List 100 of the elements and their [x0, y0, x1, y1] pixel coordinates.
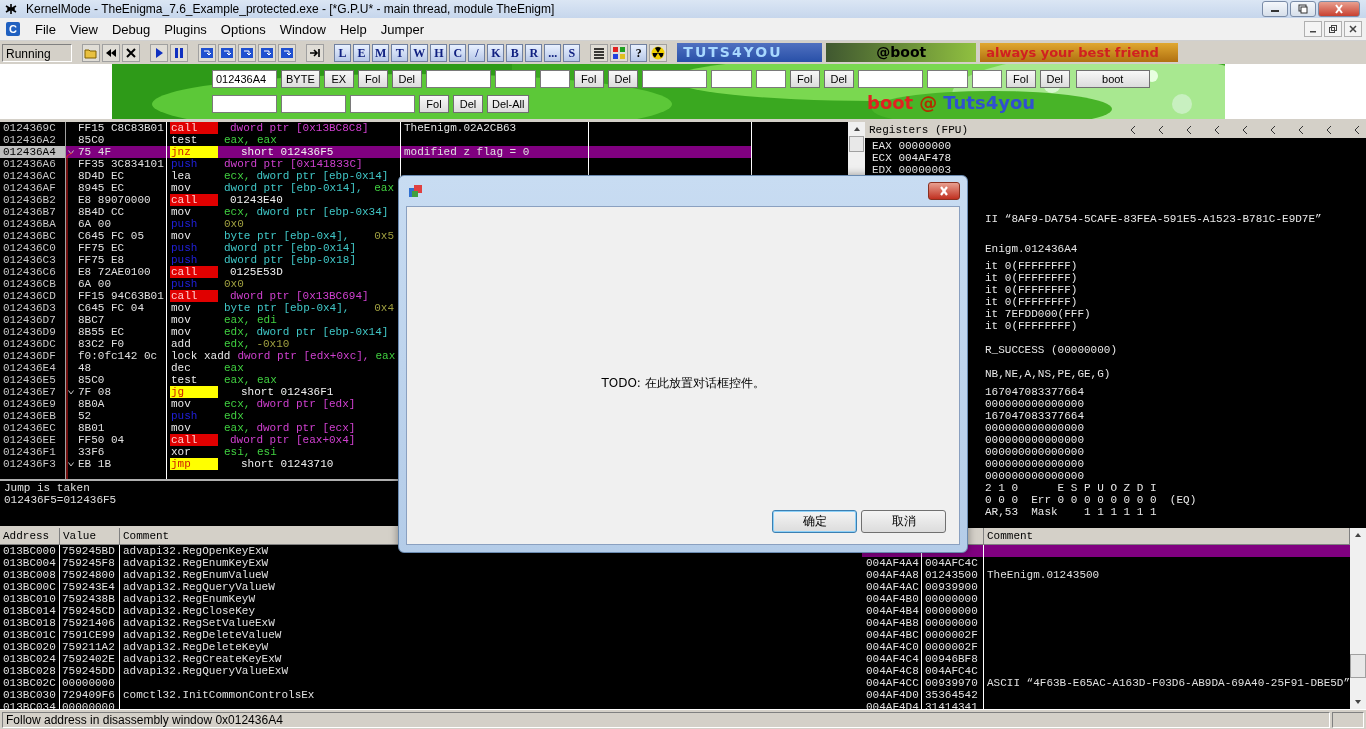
input-field[interactable]	[212, 95, 277, 113]
stack-row[interactable]: 004AF4AC 00939900	[862, 581, 1351, 593]
step-icon[interactable]	[278, 43, 296, 62]
stack-row[interactable]: 004AF4C8 004AFC4C	[862, 665, 1351, 677]
banner-link[interactable]: @boot	[826, 43, 977, 62]
menu-item[interactable]: Options	[213, 21, 273, 37]
scroll-thumb[interactable]	[1350, 654, 1366, 678]
toolbar-button[interactable]: H	[430, 43, 448, 62]
step-icon[interactable]	[218, 43, 236, 62]
chevron-left-icon[interactable]	[1270, 125, 1276, 135]
list-icon[interactable]	[590, 43, 609, 62]
input-field[interactable]	[350, 95, 415, 113]
pause-icon[interactable]	[170, 43, 188, 62]
command-button[interactable]: Del	[391, 70, 422, 88]
chevron-left-icon[interactable]	[1242, 125, 1248, 135]
toolbar-button[interactable]: W	[410, 43, 429, 62]
input-field[interactable]	[971, 70, 1002, 88]
stack-row[interactable]: 004AF4BC 0000002F	[862, 629, 1351, 641]
stack-row[interactable]: 004AF4C0 0000002F	[862, 641, 1351, 653]
stack-row[interactable]: 004AF4C4 00946BF8	[862, 653, 1351, 665]
scroll-down-icon[interactable]	[1354, 699, 1363, 705]
dialog-button[interactable]: 确定	[772, 510, 857, 533]
menu-item[interactable]: Debug	[104, 21, 158, 37]
toolbar-button[interactable]: K	[487, 43, 505, 62]
step-icon[interactable]	[198, 43, 216, 62]
toolbar-button[interactable]: L	[334, 43, 351, 62]
rewind-icon[interactable]	[102, 43, 120, 62]
banner-link[interactable]: TUTS4YOU	[677, 43, 823, 62]
chevron-left-icon[interactable]	[1298, 125, 1304, 135]
minimize-button[interactable]	[1262, 1, 1288, 17]
help-button[interactable]: ?	[630, 43, 648, 62]
radiation-icon[interactable]	[649, 43, 668, 62]
input-field[interactable]	[425, 70, 491, 88]
toolbar-button[interactable]: B	[506, 43, 524, 62]
command-button[interactable]: Del	[453, 95, 483, 113]
toolbar-button[interactable]: M	[372, 43, 390, 62]
toolbar-button[interactable]: C	[449, 43, 467, 62]
dialog-button[interactable]: 取消	[861, 510, 946, 533]
play-icon[interactable]	[150, 43, 168, 62]
stack-row[interactable]: 004AF4D0 35364542	[862, 689, 1351, 701]
input-field[interactable]	[281, 95, 346, 113]
menu-item[interactable]: Jumper	[373, 21, 432, 37]
goto-icon[interactable]	[306, 43, 324, 62]
command-button[interactable]: Fol	[1005, 70, 1036, 88]
command-button[interactable]: Del	[607, 70, 638, 88]
menu-item[interactable]: Help	[332, 21, 374, 37]
scroll-up-icon[interactable]	[1354, 532, 1363, 538]
step-icon[interactable]	[238, 43, 256, 62]
close-button[interactable]	[1318, 1, 1360, 17]
input-field[interactable]	[755, 70, 786, 88]
stack-row[interactable]: 004AF4A4 004AFC4C	[862, 557, 1351, 569]
chevron-left-icon[interactable]	[1158, 125, 1164, 135]
menu-item[interactable]: File	[28, 21, 63, 37]
toolbar-button[interactable]: ...	[544, 43, 562, 62]
scroll-thumb[interactable]	[849, 136, 864, 152]
command-button[interactable]: BYTE	[281, 70, 320, 88]
command-button[interactable]: Fol	[419, 95, 449, 113]
input-field[interactable]: 012436A4	[212, 70, 277, 88]
stack-row[interactable]: 004AF4B0 00000000	[862, 593, 1351, 605]
stack-row[interactable]: 004AF4B4 00000000	[862, 605, 1351, 617]
input-field[interactable]	[494, 70, 536, 88]
chevron-left-icon[interactable]	[1130, 125, 1136, 135]
command-button[interactable]: Del	[823, 70, 854, 88]
command-button[interactable]: Fol	[573, 70, 604, 88]
toolbar-button[interactable]: T	[391, 43, 409, 62]
code-row[interactable]: 0124369C FF15 C8C83B01 call dword ptr [0x13BC8C8] TheEnigm.02A2CB63	[0, 122, 848, 134]
menu-item[interactable]: Window	[272, 21, 333, 37]
maximize-button[interactable]	[1290, 1, 1316, 17]
toolbar-button[interactable]: E	[353, 43, 370, 62]
input-field[interactable]	[539, 70, 570, 88]
input-field[interactable]	[710, 70, 752, 88]
column-header[interactable]: Value	[60, 528, 120, 544]
input-field[interactable]	[857, 70, 923, 88]
menu-item[interactable]: Plugins	[157, 21, 214, 37]
input-field[interactable]	[926, 70, 968, 88]
input-field[interactable]	[641, 70, 707, 88]
command-button[interactable]: Fol	[789, 70, 820, 88]
command-button[interactable]: EX	[323, 70, 354, 88]
chevron-left-icon[interactable]	[1354, 125, 1360, 135]
command-button[interactable]: boot	[1075, 70, 1150, 88]
close-button[interactable]	[1344, 21, 1362, 37]
stack-row[interactable]: 004AF4CC 00939970 ASCII “4F63B-E65AC-A163D-F03D6-AB9DA-69A40-25F91-DBE5D”	[862, 677, 1351, 689]
chevron-left-icon[interactable]	[1326, 125, 1332, 135]
toolbar-button[interactable]: /	[468, 43, 486, 62]
code-row[interactable]: 012436A4 75 4F jnz short 012436F5 modified z flag = 0	[0, 146, 848, 158]
close-icon[interactable]	[122, 43, 140, 62]
command-button[interactable]: Del	[1039, 70, 1070, 88]
chevron-left-icon[interactable]	[1186, 125, 1192, 135]
restore-button[interactable]	[1324, 21, 1342, 37]
close-button[interactable]	[928, 182, 960, 200]
code-row[interactable]: 012436A6 FF35 3C834101 push dword ptr [0x141833C]	[0, 158, 848, 170]
stack-row[interactable]: 004AF4A8 01243500 TheEnigm.01243500	[862, 569, 1351, 581]
palette-icon[interactable]	[610, 43, 629, 62]
stack-row[interactable]: 004AF4B8 00000000	[862, 617, 1351, 629]
command-button[interactable]: Del-All	[487, 95, 530, 113]
command-button[interactable]: Fol	[357, 70, 388, 88]
toolbar-button[interactable]: S	[563, 43, 581, 62]
chevron-left-icon[interactable]	[1214, 125, 1220, 135]
column-header[interactable]: Address	[0, 528, 60, 544]
step-icon[interactable]	[258, 43, 276, 62]
